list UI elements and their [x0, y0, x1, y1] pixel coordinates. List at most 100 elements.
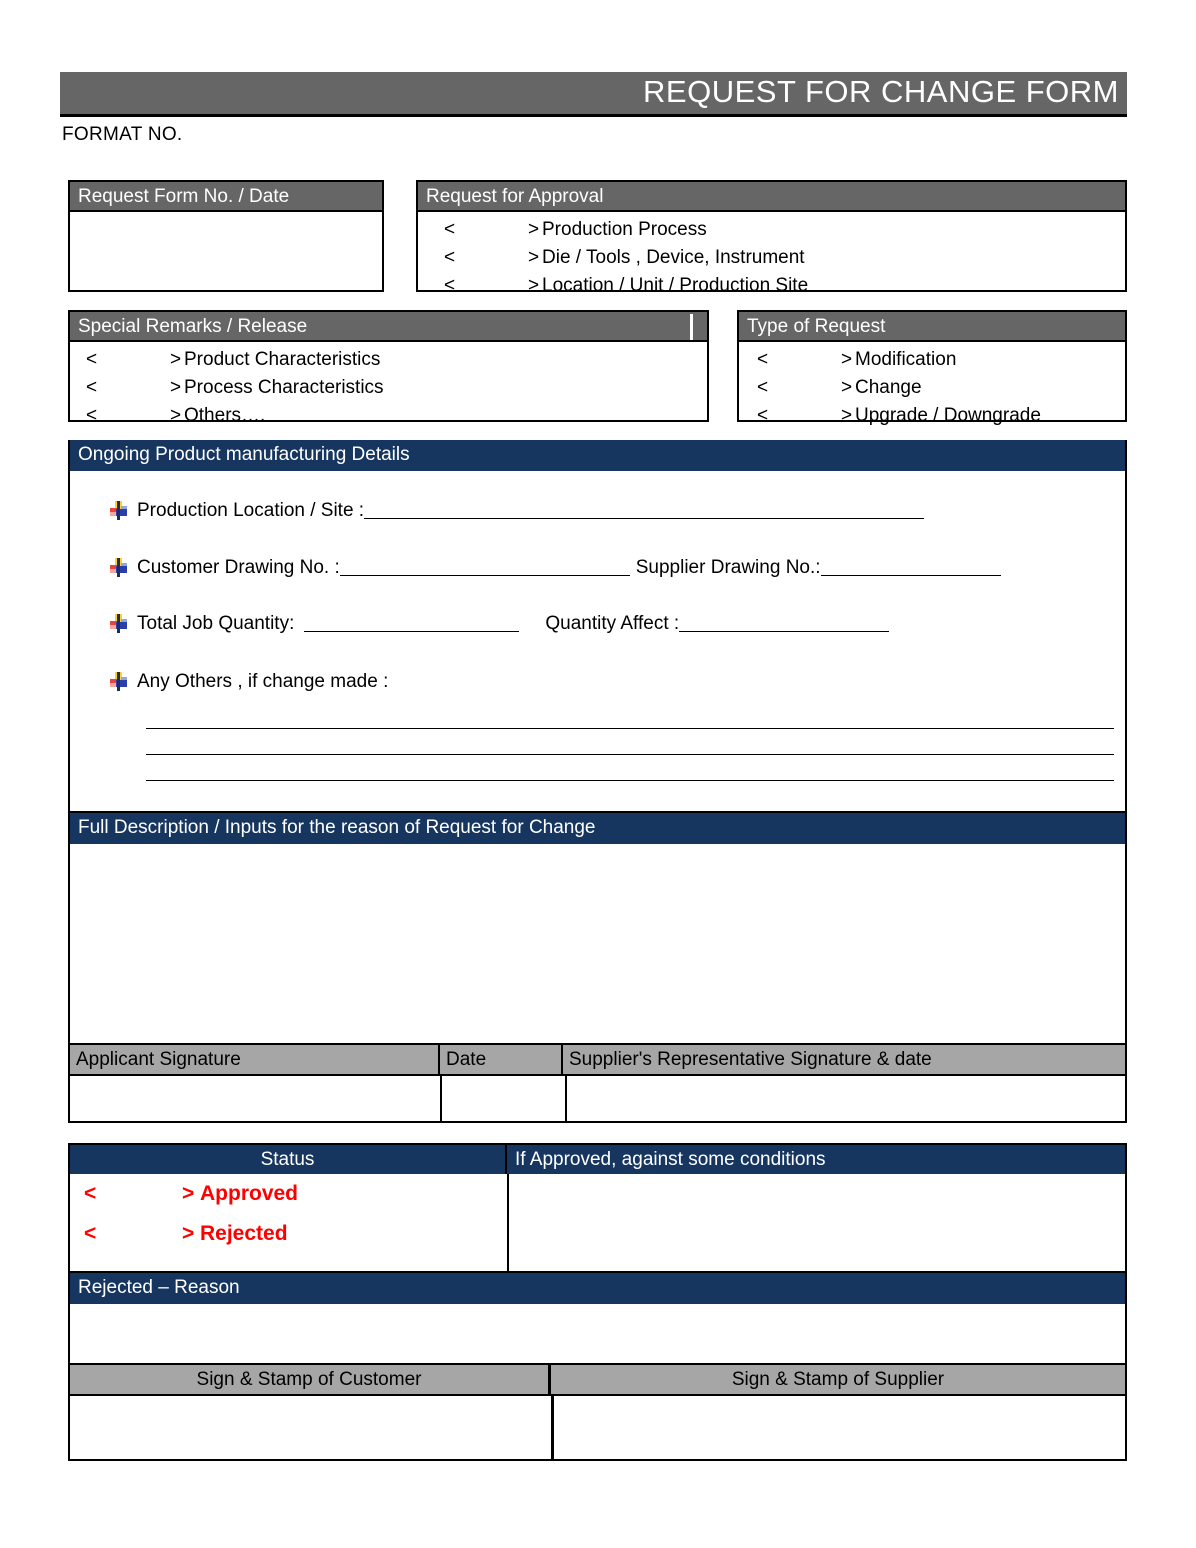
bullet-marker-icon	[110, 501, 127, 520]
signature-row-box: Applicant Signature Date Supplier's Repr…	[68, 1045, 1127, 1123]
option-label: Production Process	[542, 219, 707, 240]
any-others-label: Any Others , if change made :	[137, 671, 389, 692]
approval-option-die-tools[interactable]: < > Die / Tools , Device, Instrument	[428, 244, 1125, 272]
option-label: Change	[855, 377, 922, 398]
request-form-no-input[interactable]	[70, 212, 382, 290]
ongoing-details-header: Ongoing Product manufacturing Details	[70, 440, 1125, 471]
checkbox-right-bracket: >	[841, 377, 853, 398]
document-title: REQUEST FOR CHANGE FORM	[643, 74, 1119, 109]
request-form-no-box: Request Form No. / Date	[68, 180, 384, 292]
status-option-rejected[interactable]: < > Rejected	[70, 1220, 507, 1260]
customer-stamp-header: Sign & Stamp of Customer	[70, 1365, 551, 1394]
type-option-modification[interactable]: < > Modification	[745, 346, 1125, 374]
format-no-label: FORMAT NO.	[62, 124, 183, 145]
remarks-option-process-characteristics[interactable]: < > Process Characteristics	[76, 374, 707, 402]
checkbox-left-bracket: <	[86, 349, 98, 370]
option-label: Rejected	[200, 1222, 288, 1245]
total-job-quantity-input[interactable]	[304, 616, 520, 632]
customer-drawing-input[interactable]	[339, 560, 630, 576]
special-remarks-header: Special Remarks / Release	[70, 312, 707, 342]
date-header: Date	[440, 1045, 563, 1074]
checkbox-left-bracket: <	[84, 1222, 97, 1245]
checkbox-right-bracket: >	[528, 275, 540, 296]
document-title-bar: REQUEST FOR CHANGE FORM	[60, 72, 1127, 117]
remarks-option-others[interactable]: < > Others….	[76, 402, 707, 430]
checkbox-right-bracket: >	[841, 349, 853, 370]
checkbox-left-bracket: <	[86, 405, 98, 426]
status-section-box: Status If Approved, against some conditi…	[68, 1143, 1127, 1273]
checkbox-left-bracket: <	[757, 405, 769, 426]
quantity-affect-input[interactable]	[679, 616, 890, 632]
drawing-no-row: Customer Drawing No. : Supplier Drawing N…	[110, 557, 1001, 579]
checkbox-right-bracket: >	[528, 219, 540, 240]
type-option-change[interactable]: < > Change	[745, 374, 1125, 402]
any-others-line-3[interactable]	[146, 780, 1114, 781]
supplier-stamp-input[interactable]	[554, 1396, 1125, 1459]
signature-header-row: Applicant Signature Date Supplier's Repr…	[70, 1045, 1125, 1076]
checkbox-left-bracket: <	[444, 275, 456, 296]
any-others-row: Any Others , if change made :	[110, 671, 388, 693]
checkbox-right-bracket: >	[170, 349, 182, 370]
any-others-line-2[interactable]	[146, 754, 1114, 755]
total-job-quantity-label: Total Job Quantity:	[137, 613, 295, 634]
request-for-approval-options: < > Production Process < > Die / Tools ,…	[418, 212, 1125, 300]
supplier-stamp-header: Sign & Stamp of Supplier	[551, 1365, 1125, 1394]
full-description-box: Full Description / Inputs for the reason…	[68, 813, 1127, 1045]
special-remarks-header-text: Special Remarks / Release	[78, 316, 308, 337]
approval-option-location-unit[interactable]: < > Location / Unit / Production Site	[428, 272, 1125, 300]
checkbox-left-bracket: <	[86, 377, 98, 398]
checkbox-right-bracket: >	[841, 405, 853, 426]
date-input[interactable]	[442, 1076, 567, 1121]
production-location-label: Production Location / Site :	[137, 500, 365, 521]
rejected-reason-input[interactable]	[70, 1304, 1125, 1361]
customer-drawing-label: Customer Drawing No. :	[137, 557, 340, 578]
applicant-signature-input[interactable]	[70, 1076, 442, 1121]
supplier-representative-header: Supplier's Representative Signature & da…	[563, 1045, 1125, 1074]
full-description-header: Full Description / Inputs for the reason…	[70, 813, 1125, 844]
checkbox-left-bracket: <	[444, 219, 456, 240]
status-header-row: Status If Approved, against some conditi…	[70, 1145, 1125, 1174]
checkbox-left-bracket: <	[444, 247, 456, 268]
type-of-request-header: Type of Request	[739, 312, 1125, 342]
special-remarks-box: Special Remarks / Release < > Product Ch…	[68, 310, 709, 426]
option-label: Location / Unit / Production Site	[542, 275, 809, 296]
checkbox-right-bracket: >	[528, 247, 540, 268]
option-label: Others….	[184, 405, 266, 426]
production-location-row: Production Location / Site :	[110, 500, 925, 522]
request-for-approval-box: Request for Approval < > Production Proc…	[416, 180, 1127, 296]
applicant-signature-header: Applicant Signature	[70, 1045, 440, 1074]
option-label: Modification	[855, 349, 957, 370]
supplier-drawing-label: Supplier Drawing No.:	[635, 557, 821, 578]
remarks-option-product-characteristics[interactable]: < > Product Characteristics	[76, 346, 707, 374]
checkbox-right-bracket: >	[182, 1182, 195, 1205]
conditions-input[interactable]	[509, 1174, 1125, 1271]
option-label: Die / Tools , Device, Instrument	[542, 247, 805, 268]
option-label: Upgrade / Downgrade	[855, 405, 1041, 426]
supplier-drawing-input[interactable]	[820, 560, 1001, 576]
type-option-upgrade-downgrade[interactable]: < > Upgrade / Downgrade	[745, 402, 1125, 430]
special-remarks-options: < > Product Characteristics < > Process …	[70, 342, 707, 430]
checkbox-right-bracket: >	[170, 377, 182, 398]
quantity-affect-label: Quantity Affect :	[545, 613, 680, 634]
production-location-input[interactable]	[364, 503, 925, 519]
full-description-input[interactable]	[70, 844, 1125, 1041]
supplier-representative-input[interactable]	[567, 1076, 1125, 1121]
approval-option-production-process[interactable]: < > Production Process	[428, 216, 1125, 244]
type-of-request-box: Type of Request < > Modification < > Cha…	[737, 310, 1127, 426]
option-label: Product Characteristics	[184, 349, 381, 370]
quantity-row: Total Job Quantity: Quantity Affect :	[110, 613, 890, 635]
header-tick-mark	[690, 314, 693, 340]
type-of-request-options: < > Modification < > Change < > Upgrade …	[739, 342, 1125, 430]
bullet-marker-icon	[110, 558, 127, 577]
stamp-header-row: Sign & Stamp of Customer Sign & Stamp of…	[70, 1365, 1125, 1396]
checkbox-left-bracket: <	[84, 1182, 97, 1205]
stamp-row-box: Sign & Stamp of Customer Sign & Stamp of…	[68, 1365, 1127, 1461]
stamp-value-row	[70, 1396, 1125, 1459]
status-option-approved[interactable]: < > Approved	[70, 1180, 507, 1220]
bullet-marker-icon	[110, 614, 127, 633]
any-others-line-1[interactable]	[146, 728, 1114, 729]
request-for-approval-header: Request for Approval	[418, 182, 1125, 212]
signature-value-row	[70, 1076, 1125, 1121]
request-form-no-header: Request Form No. / Date	[70, 182, 382, 212]
customer-stamp-input[interactable]	[70, 1396, 554, 1459]
